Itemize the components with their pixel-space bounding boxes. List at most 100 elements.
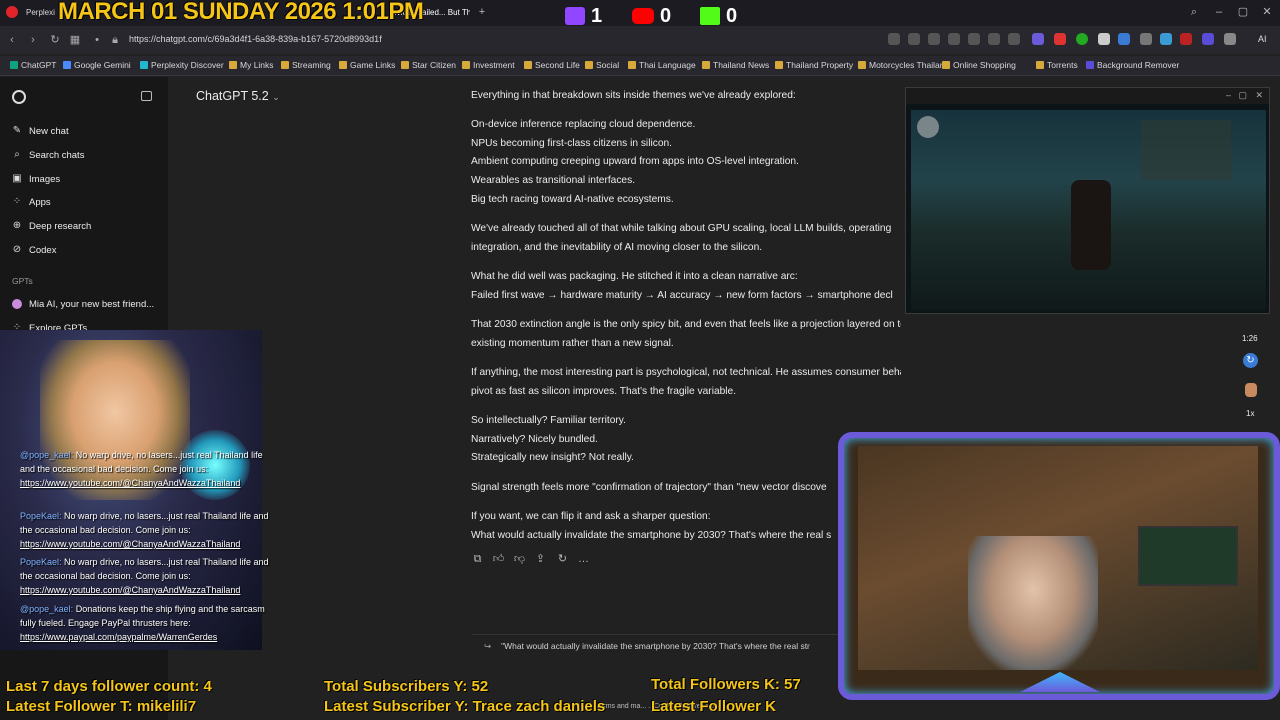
latest-follower-t: Latest Follower T: mikelili7	[6, 698, 197, 715]
new-tab-icon[interactable]: +	[476, 6, 488, 18]
game-window[interactable]: – ▢ ✕	[905, 87, 1270, 314]
reload-icon[interactable]: ↻	[48, 33, 62, 47]
folder-icon	[339, 61, 347, 69]
game-scene	[911, 110, 1266, 310]
close-icon[interactable]: ✕	[1260, 5, 1274, 19]
bookmark-folder[interactable]: Thailand News	[702, 57, 769, 73]
bookmark-folder[interactable]: Online Shopping	[942, 57, 1016, 73]
bookmark-folder[interactable]: Thai Language	[628, 57, 696, 73]
bookmark-folder[interactable]: My Links	[229, 57, 274, 73]
model-selector[interactable]: ChatGPT 5.2 ⌄	[196, 89, 280, 103]
bookmark-folder[interactable]: Social	[585, 57, 619, 73]
folder-icon	[1036, 61, 1044, 69]
toggle-sidebar-icon[interactable]	[141, 91, 152, 101]
ext-grid-icon[interactable]	[1032, 33, 1044, 45]
chat-paragraph-line: pivot as fast as silicon improves. That'…	[471, 385, 737, 397]
sidebar-item-images[interactable]: ▣ Images	[12, 169, 60, 189]
ext-green-icon[interactable]	[1076, 33, 1088, 45]
maximize-icon[interactable]: ▢	[1236, 5, 1250, 19]
bookmark-item[interactable]: Perplexity Discover	[140, 57, 224, 73]
bookmark-folder[interactable]: Torrents	[1036, 57, 1078, 73]
ext-gray-icon[interactable]	[1140, 33, 1152, 45]
url-field[interactable]: https://chatgpt.com/c/69a3d4f1-6a38-839a…	[129, 34, 382, 44]
bookmark-folder[interactable]: Motorcycles Thailand	[858, 57, 949, 73]
ext-layers-icon[interactable]	[1098, 33, 1110, 45]
chat-paragraph-line: Strategically new insight? Not really.	[471, 452, 634, 464]
chat-paragraph-line: NPUs becoming first-class citizens in si…	[471, 137, 672, 149]
sidebar-item-new-chat[interactable]: ✎ New chat	[12, 121, 69, 141]
ext-settings-icon[interactable]	[1224, 33, 1236, 45]
chat-link[interactable]: https://www.youtube.com/@ChanyaAndWazzaT…	[20, 585, 240, 595]
ext-blue-icon[interactable]	[1118, 33, 1130, 45]
thumbs-down-icon[interactable]: 👎︎	[513, 553, 526, 566]
search-icon[interactable]: ⌕	[1187, 5, 1201, 19]
camera-icon[interactable]	[908, 33, 920, 45]
thumbs-up-icon[interactable]: 👍︎	[492, 553, 505, 566]
heart-icon[interactable]	[948, 33, 960, 45]
ext-purple-icon[interactable]	[1202, 33, 1214, 45]
telescope-icon: ⊕	[12, 220, 22, 231]
folder-icon	[942, 61, 950, 69]
loop-icon[interactable]: ↻	[1243, 353, 1258, 368]
bookmark-folder[interactable]: Star Citizen	[401, 57, 456, 73]
sidebar-item-search-chats[interactable]: ⌕ Search chats	[12, 145, 84, 165]
extension-icon[interactable]	[888, 33, 900, 45]
bookmark-item[interactable]: ChatGPT	[10, 57, 56, 73]
gemini-icon	[63, 61, 71, 69]
openai-logo-icon[interactable]	[12, 90, 26, 104]
ai-button[interactable]: AI	[1258, 34, 1267, 44]
chat-username: @pope_kael:	[20, 450, 74, 460]
search-icon: ⌕	[14, 149, 20, 160]
bookmark-folder[interactable]: Streaming	[281, 57, 331, 73]
sidebar-item-deep-research[interactable]: ⊕ Deep research	[12, 216, 92, 236]
ext-cyan-icon[interactable]	[1160, 33, 1172, 45]
chat-link[interactable]: https://www.youtube.com/@ChanyaAndWazzaT…	[20, 478, 240, 488]
chat-paragraph-line: If you want, we can flip it and ask a sh…	[471, 511, 711, 522]
copy-icon[interactable]: ⧉	[471, 553, 484, 566]
mic-icon[interactable]: •	[90, 33, 104, 47]
bookmark-item[interactable]: Background Remover	[1086, 57, 1179, 73]
followup-suggestion[interactable]: ↪ "What would actually invalidate the sma…	[472, 634, 862, 656]
chat-link[interactable]: https://www.paypal.com/paypalme/WarrenGe…	[20, 632, 217, 642]
tab-perplexity[interactable]: Perplexi	[26, 4, 56, 22]
chat-username: PopeKael:	[20, 511, 62, 521]
shield-icon[interactable]	[928, 33, 940, 45]
minimize-icon[interactable]: –	[1212, 5, 1226, 19]
minimize-icon[interactable]: –	[1226, 90, 1231, 100]
sidebar-item-apps[interactable]: ⁘ Apps	[12, 192, 51, 212]
more-icon[interactable]: …	[577, 553, 590, 566]
bookmark-folder[interactable]: Game Links	[339, 57, 395, 73]
avatar-icon[interactable]	[1245, 383, 1257, 397]
twitch-count: 1	[591, 4, 603, 27]
youtube-count: 0	[660, 4, 672, 27]
folder-icon	[775, 61, 783, 69]
latest-follower-k: Latest Follower K	[651, 698, 777, 715]
download-icon[interactable]	[968, 33, 980, 45]
opera-logo-icon[interactable]	[6, 6, 18, 18]
bookmark-folder[interactable]: Second Life	[524, 57, 580, 73]
tabs-grid-icon[interactable]: ▦	[68, 33, 82, 47]
stream-chat-message: @pope_kael: Donations keep the ship flyi…	[20, 602, 278, 644]
sidebar-item-codex[interactable]: ⊘ Codex	[12, 240, 57, 260]
gpt-item-mia[interactable]: Mia AI, your new best friend...	[12, 294, 154, 314]
bookmark-item[interactable]: Google Gemini	[63, 57, 131, 73]
regenerate-icon[interactable]: ↻	[556, 553, 569, 566]
chat-paragraph-line: Failed first wave → hardware maturity → …	[471, 289, 893, 301]
back-icon[interactable]: ‹	[5, 33, 19, 47]
maximize-icon[interactable]: ▢	[1238, 90, 1247, 101]
twitch-icon	[565, 7, 585, 25]
ext-red-icon[interactable]	[1054, 33, 1066, 45]
total-subscribers-y: Total Subscribers Y: 52	[324, 678, 489, 695]
star-icon[interactable]	[988, 33, 1000, 45]
game-window-titlebar[interactable]: – ▢ ✕	[906, 88, 1269, 104]
vpn-icon[interactable]	[1008, 33, 1020, 45]
bookmark-folder[interactable]: Investment	[462, 57, 515, 73]
playback-speed[interactable]: 1x	[1246, 409, 1254, 418]
bookmark-folder[interactable]: Thailand Property	[775, 57, 853, 73]
ext-adblock-icon[interactable]	[1180, 33, 1192, 45]
close-icon[interactable]: ✕	[1255, 90, 1263, 101]
chat-link[interactable]: https://www.youtube.com/@ChanyaAndWazzaT…	[20, 539, 240, 549]
forward-icon[interactable]: ›	[26, 33, 40, 47]
share-icon[interactable]: ⇪	[534, 553, 547, 566]
chatgpt-icon	[10, 61, 18, 69]
